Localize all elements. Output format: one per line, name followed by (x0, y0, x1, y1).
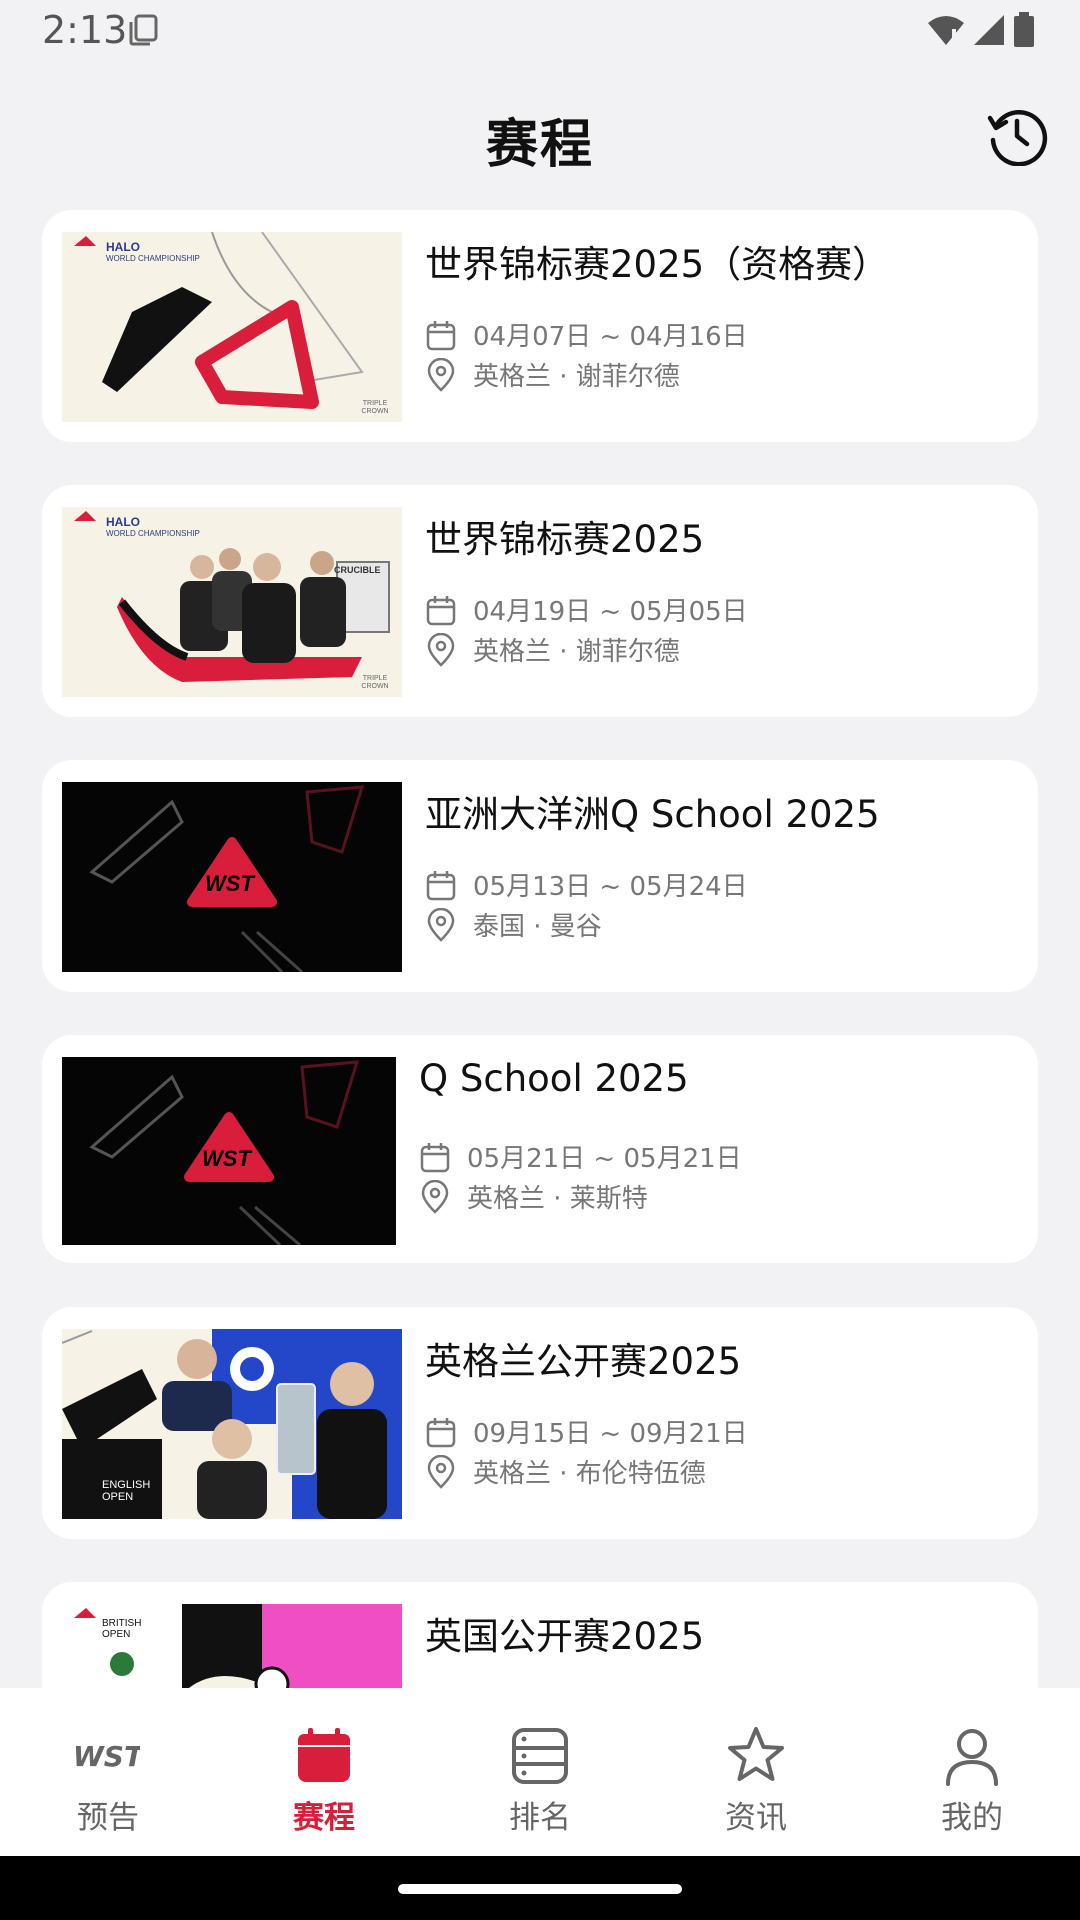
nav-label: 我的 (941, 1800, 1003, 1836)
signal-icon (974, 15, 1004, 45)
location-pin-icon (427, 632, 455, 667)
nav-tab-ranking[interactable]: 排名 (432, 1688, 648, 1856)
event-location-row: 英格兰 · 谢菲尔德 (425, 631, 680, 668)
event-dates: 04月07日 ~ 04月16日 (473, 322, 748, 352)
history-icon[interactable] (986, 104, 1048, 166)
nav-label: 资讯 (725, 1800, 787, 1836)
event-card[interactable]: WST 亚洲大洋洲Q School 2025 05月13日 ~ 05月24日 泰… (42, 760, 1038, 992)
calendar-icon (298, 1728, 350, 1782)
status-time: 2:13 (42, 8, 128, 52)
event-location: 英格兰 · 莱斯特 (467, 1184, 648, 1214)
event-card[interactable]: BRITISH OPEN 英国公开赛2025 (42, 1582, 1038, 1688)
thumb-corner-text: TRIPLE CROWN (361, 675, 389, 690)
event-date-row: 04月07日 ~ 04月16日 (425, 316, 748, 353)
screenshot-notification-icon (129, 14, 158, 46)
event-dates: 04月19日 ~ 05月05日 (473, 597, 748, 627)
event-card[interactable]: HALO WORLD CHAMPIONSHIP CRUCIBLE TRIPLE … (42, 485, 1038, 717)
location-pin-icon (427, 1454, 455, 1489)
event-title: 世界锦标赛2025 (425, 518, 705, 561)
event-title: 世界锦标赛2025（资格赛） (425, 243, 890, 286)
event-location: 英格兰 · 谢菲尔德 (473, 637, 680, 667)
thumb-corner-text: TRIPLE CROWN (361, 400, 389, 415)
system-navigation-bar (0, 1856, 1080, 1920)
nav-label: 赛程 (293, 1800, 355, 1836)
nav-tab-news[interactable]: 资讯 (648, 1688, 864, 1856)
thumb-logo-text: HALO (106, 240, 140, 254)
home-indicator[interactable] (398, 1884, 682, 1894)
thumb-logo-text: HALO (106, 515, 140, 529)
bottom-navigation: WST 预告 赛程 排名 资讯 我的 (0, 1688, 1080, 1856)
event-date-row: 04月19日 ~ 05月05日 (425, 591, 748, 628)
thumb-logo-text: WST (202, 1146, 251, 1171)
calendar-icon (426, 320, 456, 350)
nav-tab-preview[interactable]: WST 预告 (0, 1688, 216, 1856)
schedule-list[interactable]: HALO WORLD CHAMPIONSHIP TRIPLE CROWN 世界锦… (0, 210, 1080, 1688)
location-pin-icon (421, 1179, 449, 1214)
event-dates: 09月15日 ~ 09月21日 (473, 1419, 748, 1449)
event-location-row: 泰国 · 曼谷 (425, 906, 602, 943)
event-thumbnail: ENGLISH OPEN (62, 1329, 402, 1519)
event-location-row: 英格兰 · 布伦特伍德 (425, 1453, 706, 1490)
event-thumbnail: HALO WORLD CHAMPIONSHIP CRUCIBLE TRIPLE … (62, 507, 402, 697)
event-location-row: 英格兰 · 谢菲尔德 (425, 356, 680, 393)
person-icon (946, 1729, 998, 1786)
event-title: Q School 2025 (419, 1057, 689, 1100)
thumb-logo-text: BRITISH OPEN (102, 1618, 142, 1640)
calendar-icon (426, 1417, 456, 1447)
event-thumbnail: WST (62, 782, 402, 972)
thumb-logo-text: WST (205, 871, 254, 896)
event-thumbnail: WST (62, 1057, 396, 1245)
event-thumbnail: HALO WORLD CHAMPIONSHIP TRIPLE CROWN (62, 232, 402, 422)
event-card[interactable]: WST Q School 2025 05月21日 ~ 05月21日 英格兰 · … (42, 1035, 1038, 1263)
nav-tab-profile[interactable]: 我的 (864, 1688, 1080, 1856)
nav-tab-schedule[interactable]: 赛程 (216, 1688, 432, 1856)
ranking-list-icon (512, 1728, 568, 1784)
thumb-logo-text: ENGLISH OPEN (102, 1479, 151, 1503)
event-dates: 05月13日 ~ 05月24日 (473, 872, 748, 902)
event-card[interactable]: ENGLISH OPEN 英格兰公开赛2025 09月15日 ~ 09月21日 … (42, 1307, 1038, 1539)
app-header: 赛程 (0, 60, 1080, 210)
event-thumbnail: BRITISH OPEN (62, 1604, 402, 1688)
event-date-row: 05月21日 ~ 05月21日 (419, 1138, 742, 1175)
event-title: 亚洲大洋洲Q School 2025 (425, 793, 880, 836)
status-bar: 2:13 (0, 0, 1080, 60)
calendar-icon (426, 870, 456, 900)
event-title: 英格兰公开赛2025 (425, 1340, 742, 1383)
thumb-sub-text: WORLD CHAMPIONSHIP (106, 254, 200, 263)
location-pin-icon (427, 907, 455, 942)
thumb-sign-text: CRUCIBLE (334, 565, 381, 575)
event-location-row: 英格兰 · 莱斯特 (419, 1178, 648, 1215)
event-date-row: 05月13日 ~ 05月24日 (425, 866, 748, 903)
wst-logo-icon: WST (76, 1740, 140, 1773)
event-location: 英格兰 · 布伦特伍德 (473, 1459, 706, 1489)
event-location: 英格兰 · 谢菲尔德 (473, 362, 680, 392)
nav-label: 预告 (77, 1800, 139, 1836)
star-icon (728, 1727, 784, 1781)
thumb-sub-text: WORLD CHAMPIONSHIP (106, 529, 200, 538)
event-title: 英国公开赛2025 (425, 1615, 705, 1658)
page-title: 赛程 (485, 115, 594, 175)
calendar-icon (426, 595, 456, 625)
location-pin-icon (427, 357, 455, 392)
calendar-icon (420, 1142, 450, 1172)
nav-label: 排名 (509, 1800, 571, 1836)
battery-icon (1014, 12, 1034, 47)
wifi-icon (928, 16, 964, 45)
event-dates: 05月21日 ~ 05月21日 (467, 1144, 742, 1174)
event-card[interactable]: HALO WORLD CHAMPIONSHIP TRIPLE CROWN 世界锦… (42, 210, 1038, 442)
status-icons (926, 12, 1036, 48)
svg-text:WST: WST (76, 1740, 140, 1773)
event-date-row: 09月15日 ~ 09月21日 (425, 1413, 748, 1450)
event-location: 泰国 · 曼谷 (473, 912, 602, 942)
